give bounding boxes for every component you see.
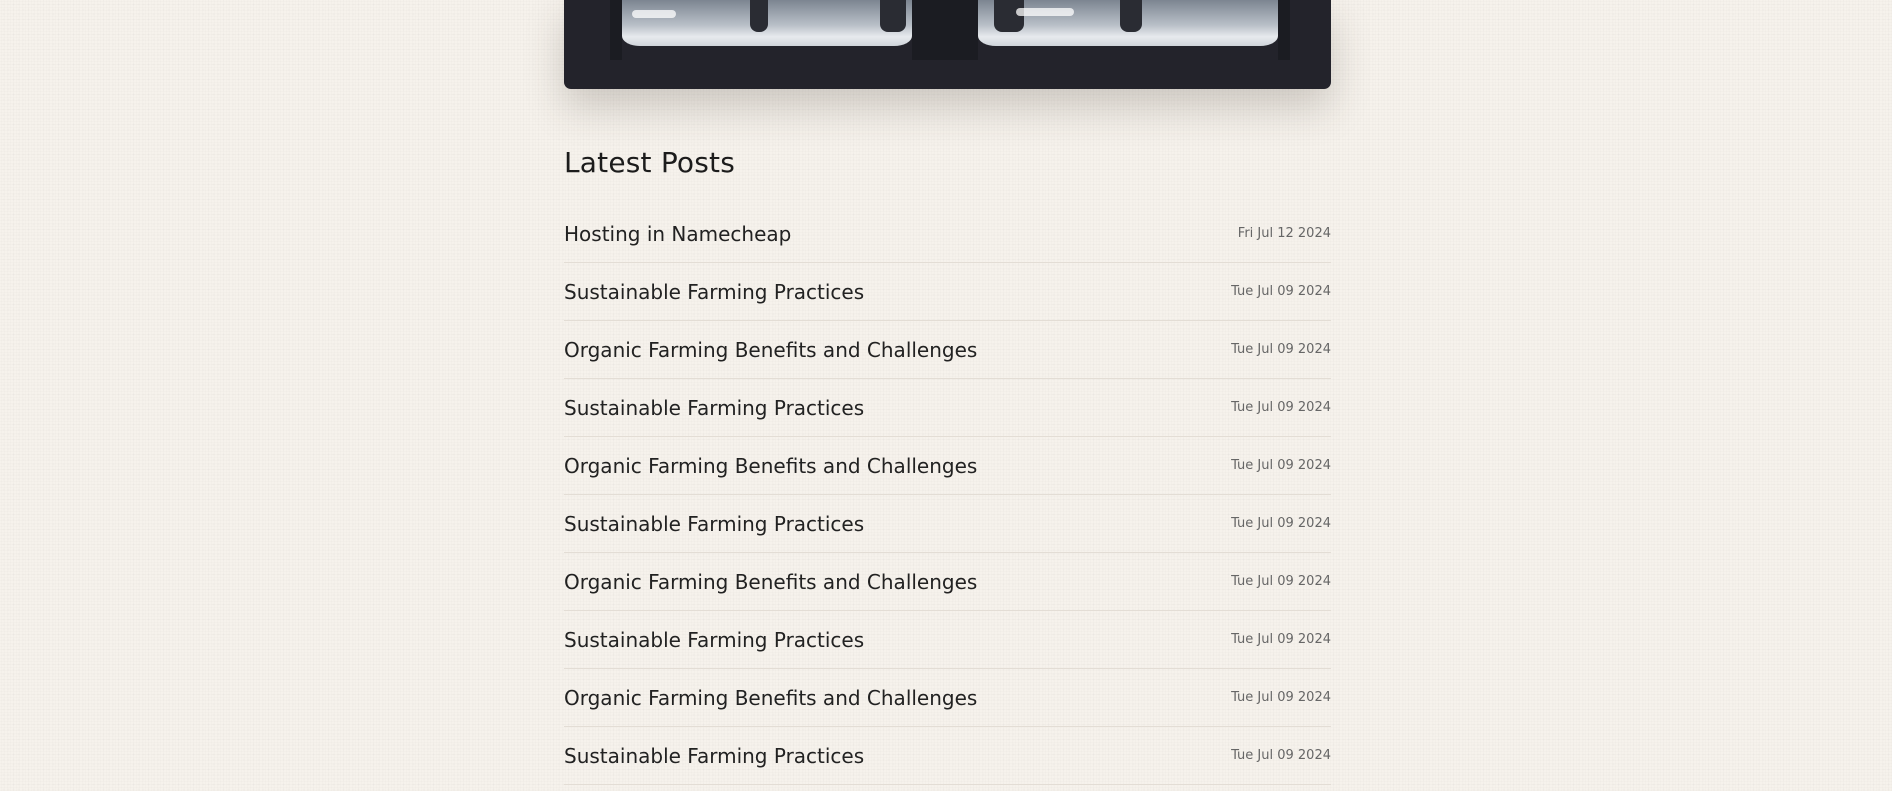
hero-snow: [1016, 8, 1074, 16]
post-date: Tue Jul 09 2024: [1231, 458, 1331, 473]
post-title[interactable]: Sustainable Farming Practices: [564, 512, 864, 536]
post-item[interactable]: Organic Farming Benefits and Challenges …: [564, 437, 1331, 495]
post-item[interactable]: Sustainable Farming Practices Tue Jul 09…: [564, 611, 1331, 669]
hero-post: [1120, 0, 1142, 32]
post-date: Tue Jul 09 2024: [1231, 284, 1331, 299]
post-title[interactable]: Organic Farming Benefits and Challenges: [564, 338, 977, 362]
post-date: Tue Jul 09 2024: [1231, 748, 1331, 763]
post-title[interactable]: Sustainable Farming Practices: [564, 744, 864, 768]
post-item[interactable]: Organic Farming Benefits and Challenges …: [564, 669, 1331, 727]
post-title[interactable]: Sustainable Farming Practices: [564, 628, 864, 652]
post-item[interactable]: Sustainable Farming Practices Tue Jul 09…: [564, 727, 1331, 785]
main-content: Latest Posts Hosting in Namecheap Fri Ju…: [564, 0, 1331, 785]
post-title[interactable]: Sustainable Farming Practices: [564, 396, 864, 420]
post-item[interactable]: Sustainable Farming Practices Tue Jul 09…: [564, 495, 1331, 553]
hero-snow: [632, 10, 676, 18]
post-title[interactable]: Organic Farming Benefits and Challenges: [564, 454, 977, 478]
post-item[interactable]: Organic Farming Benefits and Challenges …: [564, 321, 1331, 379]
post-date: Tue Jul 09 2024: [1231, 400, 1331, 415]
post-date: Tue Jul 09 2024: [1231, 516, 1331, 531]
hero-image: [564, 0, 1331, 89]
hero-post: [750, 0, 768, 32]
hero-frame: [912, 0, 978, 60]
section-title: Latest Posts: [564, 146, 736, 179]
post-date: Tue Jul 09 2024: [1231, 574, 1331, 589]
hero-post: [994, 0, 1024, 32]
post-date: Tue Jul 09 2024: [1231, 632, 1331, 647]
post-title[interactable]: Sustainable Farming Practices: [564, 280, 864, 304]
hero-frame: [1278, 0, 1290, 60]
post-date: Tue Jul 09 2024: [1231, 342, 1331, 357]
post-date: Fri Jul 12 2024: [1237, 226, 1331, 241]
post-title[interactable]: Hosting in Namecheap: [564, 222, 791, 246]
post-title[interactable]: Organic Farming Benefits and Challenges: [564, 686, 977, 710]
posts-list: Hosting in Namecheap Fri Jul 12 2024 Sus…: [564, 205, 1331, 785]
post-item[interactable]: Sustainable Farming Practices Tue Jul 09…: [564, 379, 1331, 437]
hero-frame: [610, 0, 622, 60]
post-item[interactable]: Hosting in Namecheap Fri Jul 12 2024: [564, 205, 1331, 263]
hero-post: [880, 0, 906, 32]
post-title[interactable]: Organic Farming Benefits and Challenges: [564, 570, 977, 594]
post-item[interactable]: Sustainable Farming Practices Tue Jul 09…: [564, 263, 1331, 321]
post-item[interactable]: Organic Farming Benefits and Challenges …: [564, 553, 1331, 611]
post-date: Tue Jul 09 2024: [1231, 690, 1331, 705]
